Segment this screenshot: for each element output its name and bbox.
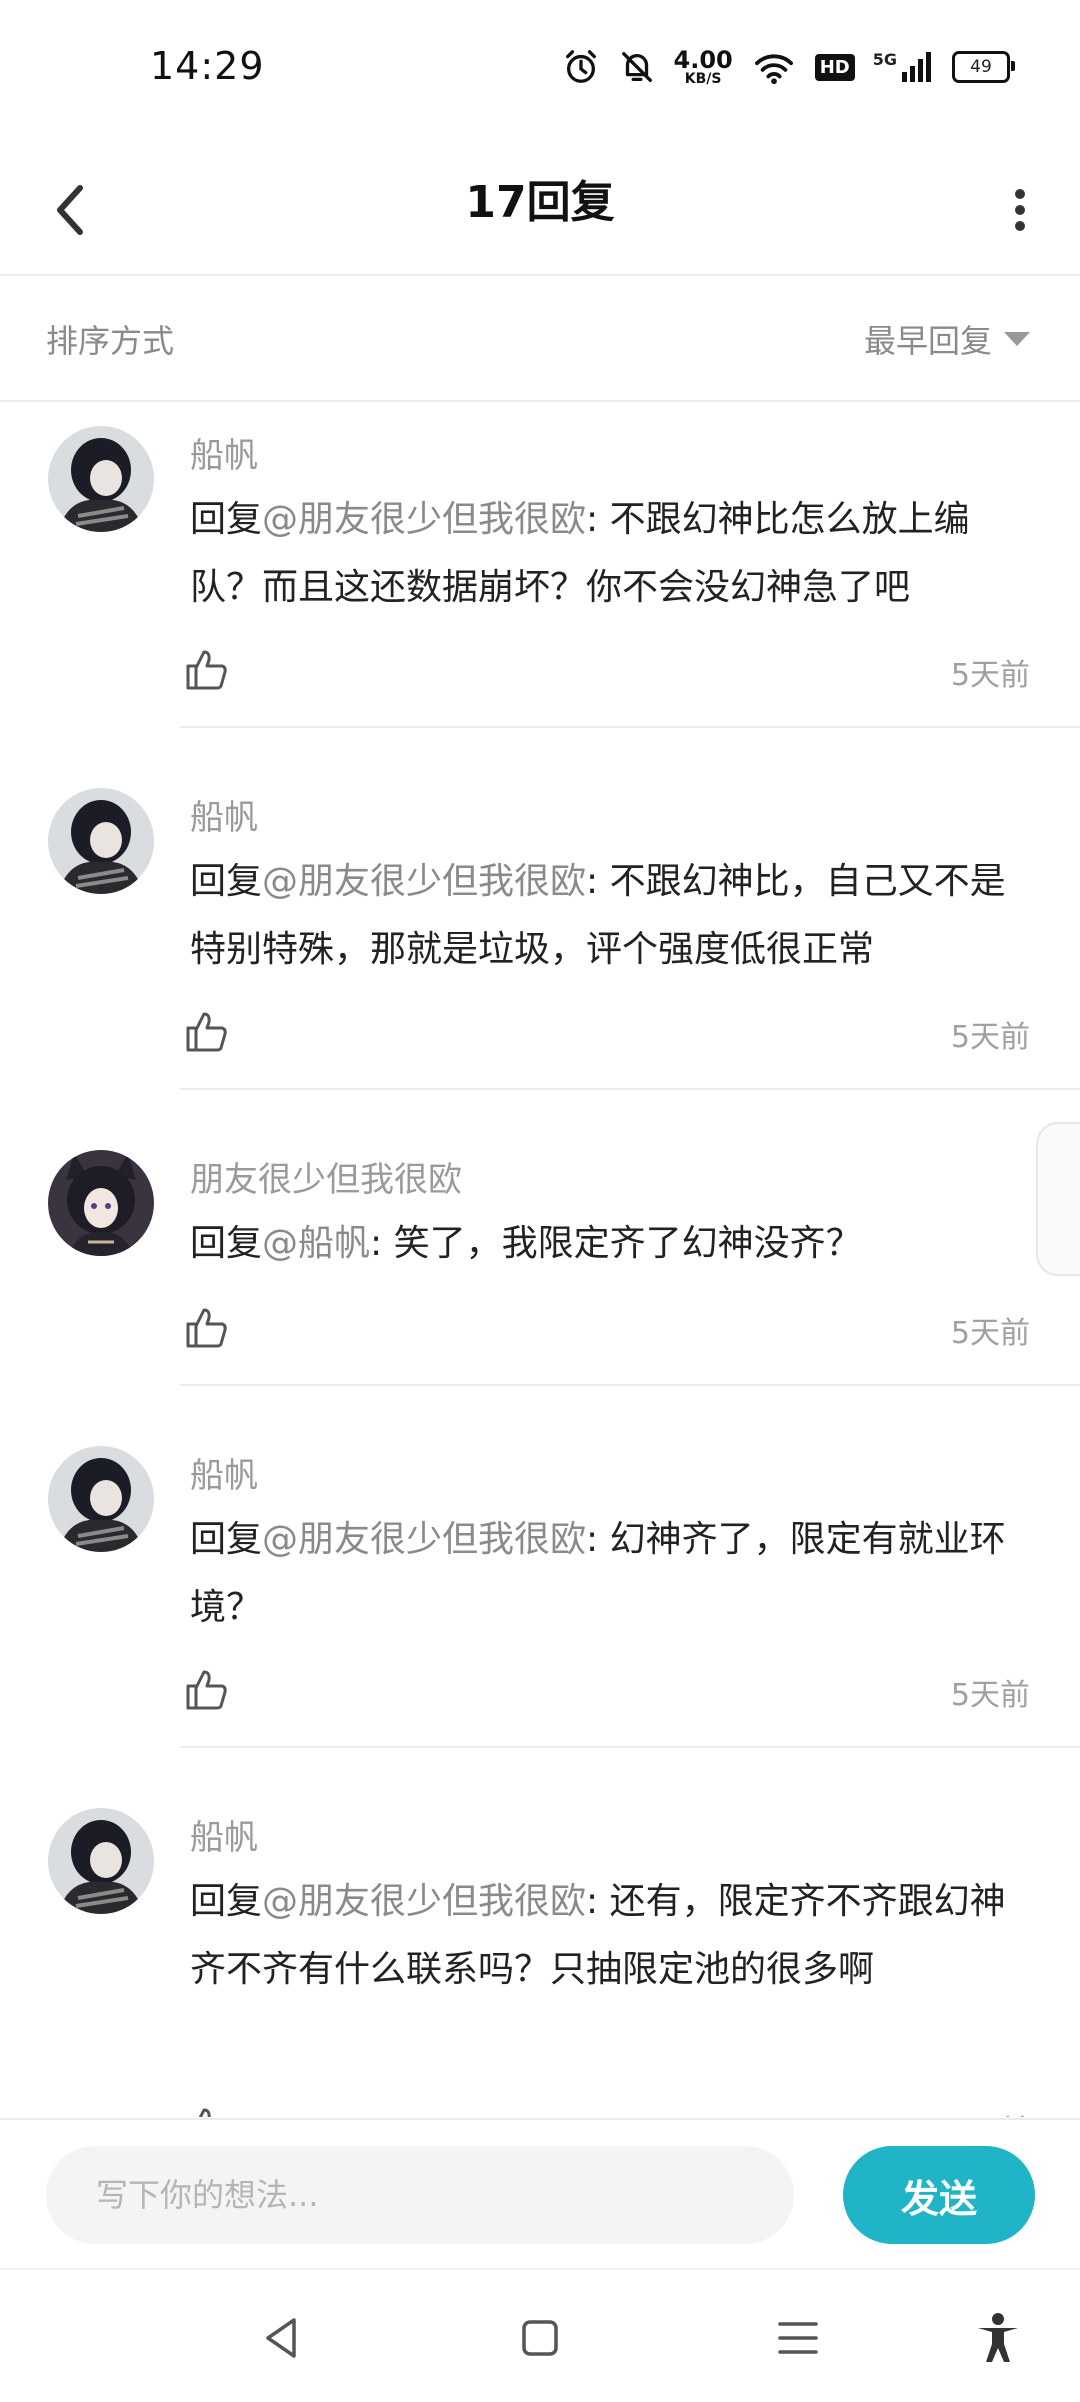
accessibility-icon[interactable] (970, 2310, 1026, 2366)
alarm-icon (565, 50, 596, 83)
divider (180, 1746, 1080, 1748)
reply-item: 船帆 回复@朋友很少但我很欧: 不跟幻神比，自己又不是特别特殊，那就是垃圾，评个… (0, 764, 1080, 1090)
mention-link[interactable]: @朋友很少但我很欧 (262, 861, 586, 902)
divider (180, 1384, 1080, 1386)
reply-username[interactable]: 船帆 (190, 1448, 258, 1497)
nav-back-icon[interactable] (254, 2310, 310, 2366)
user-avatar-image (48, 1150, 154, 1256)
thumbs-up-icon[interactable] (182, 1304, 230, 1352)
avatar[interactable] (48, 788, 154, 894)
reply-prefix: 回复 (190, 1881, 263, 1922)
sort-label: 排序方式 (46, 322, 175, 360)
battery-icon: 49 (952, 51, 1015, 83)
network-speed-value: 4.00 (673, 46, 733, 74)
network-speed-unit: KB/S (684, 71, 722, 87)
signal-indicator: 5G (873, 50, 934, 84)
more-vertical-icon[interactable] (990, 170, 1050, 250)
thumbs-up-icon[interactable] (182, 1008, 230, 1056)
reply-content: 回复@船帆: 笑了，我限定齐了幻神没齐？ (190, 1210, 1030, 1278)
avatar[interactable] (48, 426, 154, 532)
signal-label: 5G (872, 50, 897, 69)
reply-time: 5天前 (950, 1316, 1030, 1351)
reply-content: 回复@朋友很少但我很欧: 不跟幻神比怎么放上编队？而且这还数据崩坏？你不会没幻神… (190, 486, 1030, 622)
reply-username[interactable]: 船帆 (190, 428, 258, 477)
reply-prefix: 回复 (190, 861, 263, 902)
reply-item: 船帆 回复@朋友很少但我很欧: 不跟幻神比怎么放上编队？而且这还数据崩坏？你不会… (0, 402, 1080, 728)
user-avatar-image (48, 1808, 154, 1914)
reply-prefix: 回复 (190, 1223, 263, 1264)
avatar[interactable] (48, 1808, 154, 1914)
divider (180, 726, 1080, 728)
network-speed: 4.00 KB/S (674, 48, 733, 86)
reply-content: 回复@朋友很少但我很欧: 还有，限定齐不齐跟幻神齐不齐有什么联系吗？只抽限定池的… (190, 1868, 1030, 2004)
hd-icon: HD (814, 53, 855, 81)
sort-selected-value: 最早回复 (863, 322, 992, 360)
thumbs-up-icon[interactable] (182, 1666, 230, 1714)
reply-time: 5天前 (951, 2106, 1030, 2117)
reply-username[interactable]: 船帆 (190, 1810, 258, 1859)
mention-link[interactable]: @船帆 (262, 1223, 370, 1264)
status-icons: 4.00 KB/S HD 5G 49 (562, 48, 1015, 86)
top-bar: 17回复 (0, 140, 1080, 276)
status-bar: 14:29 4.00 KB/S HD 5G 49 (0, 0, 1080, 140)
send-button[interactable]: 发送 (843, 2146, 1035, 2244)
sort-bar: 排序方式 最早回复 (0, 276, 1080, 402)
reply-text: : 笑了，我限定齐了幻神没齐？ (370, 1223, 862, 1264)
signal-icon (902, 52, 931, 82)
mute-bell-icon (621, 52, 652, 82)
chevron-down-icon (1004, 332, 1030, 346)
reply-time: 5天前 (950, 1020, 1030, 1055)
reply-item: 船帆 回复@朋友很少但我很欧: 幻神齐了，限定有就业环境？ 5天前 (0, 1422, 1080, 1748)
system-nav-bar (0, 2268, 1080, 2402)
nav-home-icon[interactable] (512, 2310, 568, 2366)
reply-item: 朋友很少但我很欧 回复@船帆: 笑了，我限定齐了幻神没齐？ 5天前 (0, 1126, 1080, 1386)
avatar[interactable] (48, 1446, 154, 1552)
thumbs-up-icon[interactable] (182, 2104, 230, 2117)
comment-bar: 发送 (0, 2118, 1080, 2270)
reply-prefix: 回复 (190, 499, 263, 540)
side-drawer-handle[interactable] (1036, 1122, 1080, 1276)
user-avatar-image (48, 1446, 154, 1552)
nav-menu-icon[interactable] (770, 2310, 826, 2366)
user-avatar-image (48, 426, 154, 532)
thumbs-up-icon[interactable] (182, 646, 230, 694)
reply-username[interactable]: 船帆 (190, 790, 258, 839)
mention-link[interactable]: @朋友很少但我很欧 (262, 1519, 586, 1560)
reply-list[interactable]: 船帆 回复@朋友很少但我很欧: 不跟幻神比怎么放上编队？而且这还数据崩坏？你不会… (0, 402, 1080, 2117)
reply-time: 5天前 (950, 1678, 1030, 1713)
sort-dropdown[interactable]: 最早回复 (864, 316, 1030, 362)
reply-prefix: 回复 (190, 1519, 263, 1560)
reply-time: 5天前 (950, 658, 1030, 693)
battery-level: 49 (970, 57, 992, 77)
page-title: 17回复 (465, 177, 615, 228)
wifi-icon (754, 54, 793, 85)
avatar[interactable] (48, 1150, 154, 1256)
comment-input[interactable] (46, 2146, 794, 2244)
reply-username[interactable]: 朋友很少但我很欧 (190, 1152, 462, 1201)
status-time: 14:29 (150, 44, 265, 88)
mention-link[interactable]: @朋友很少但我很欧 (262, 499, 586, 540)
divider (180, 1088, 1080, 1090)
mention-link[interactable]: @朋友很少但我很欧 (262, 1881, 586, 1922)
reply-item: 船帆 回复@朋友很少但我很欧: 还有，限定齐不齐跟幻神齐不齐有什么联系吗？只抽限… (0, 1784, 1080, 2117)
reply-content: 回复@朋友很少但我很欧: 幻神齐了，限定有就业环境？ (190, 1506, 1030, 1642)
reply-content: 回复@朋友很少但我很欧: 不跟幻神比，自己又不是特别特殊，那就是垃圾，评个强度低… (190, 848, 1030, 984)
user-avatar-image (48, 788, 154, 894)
